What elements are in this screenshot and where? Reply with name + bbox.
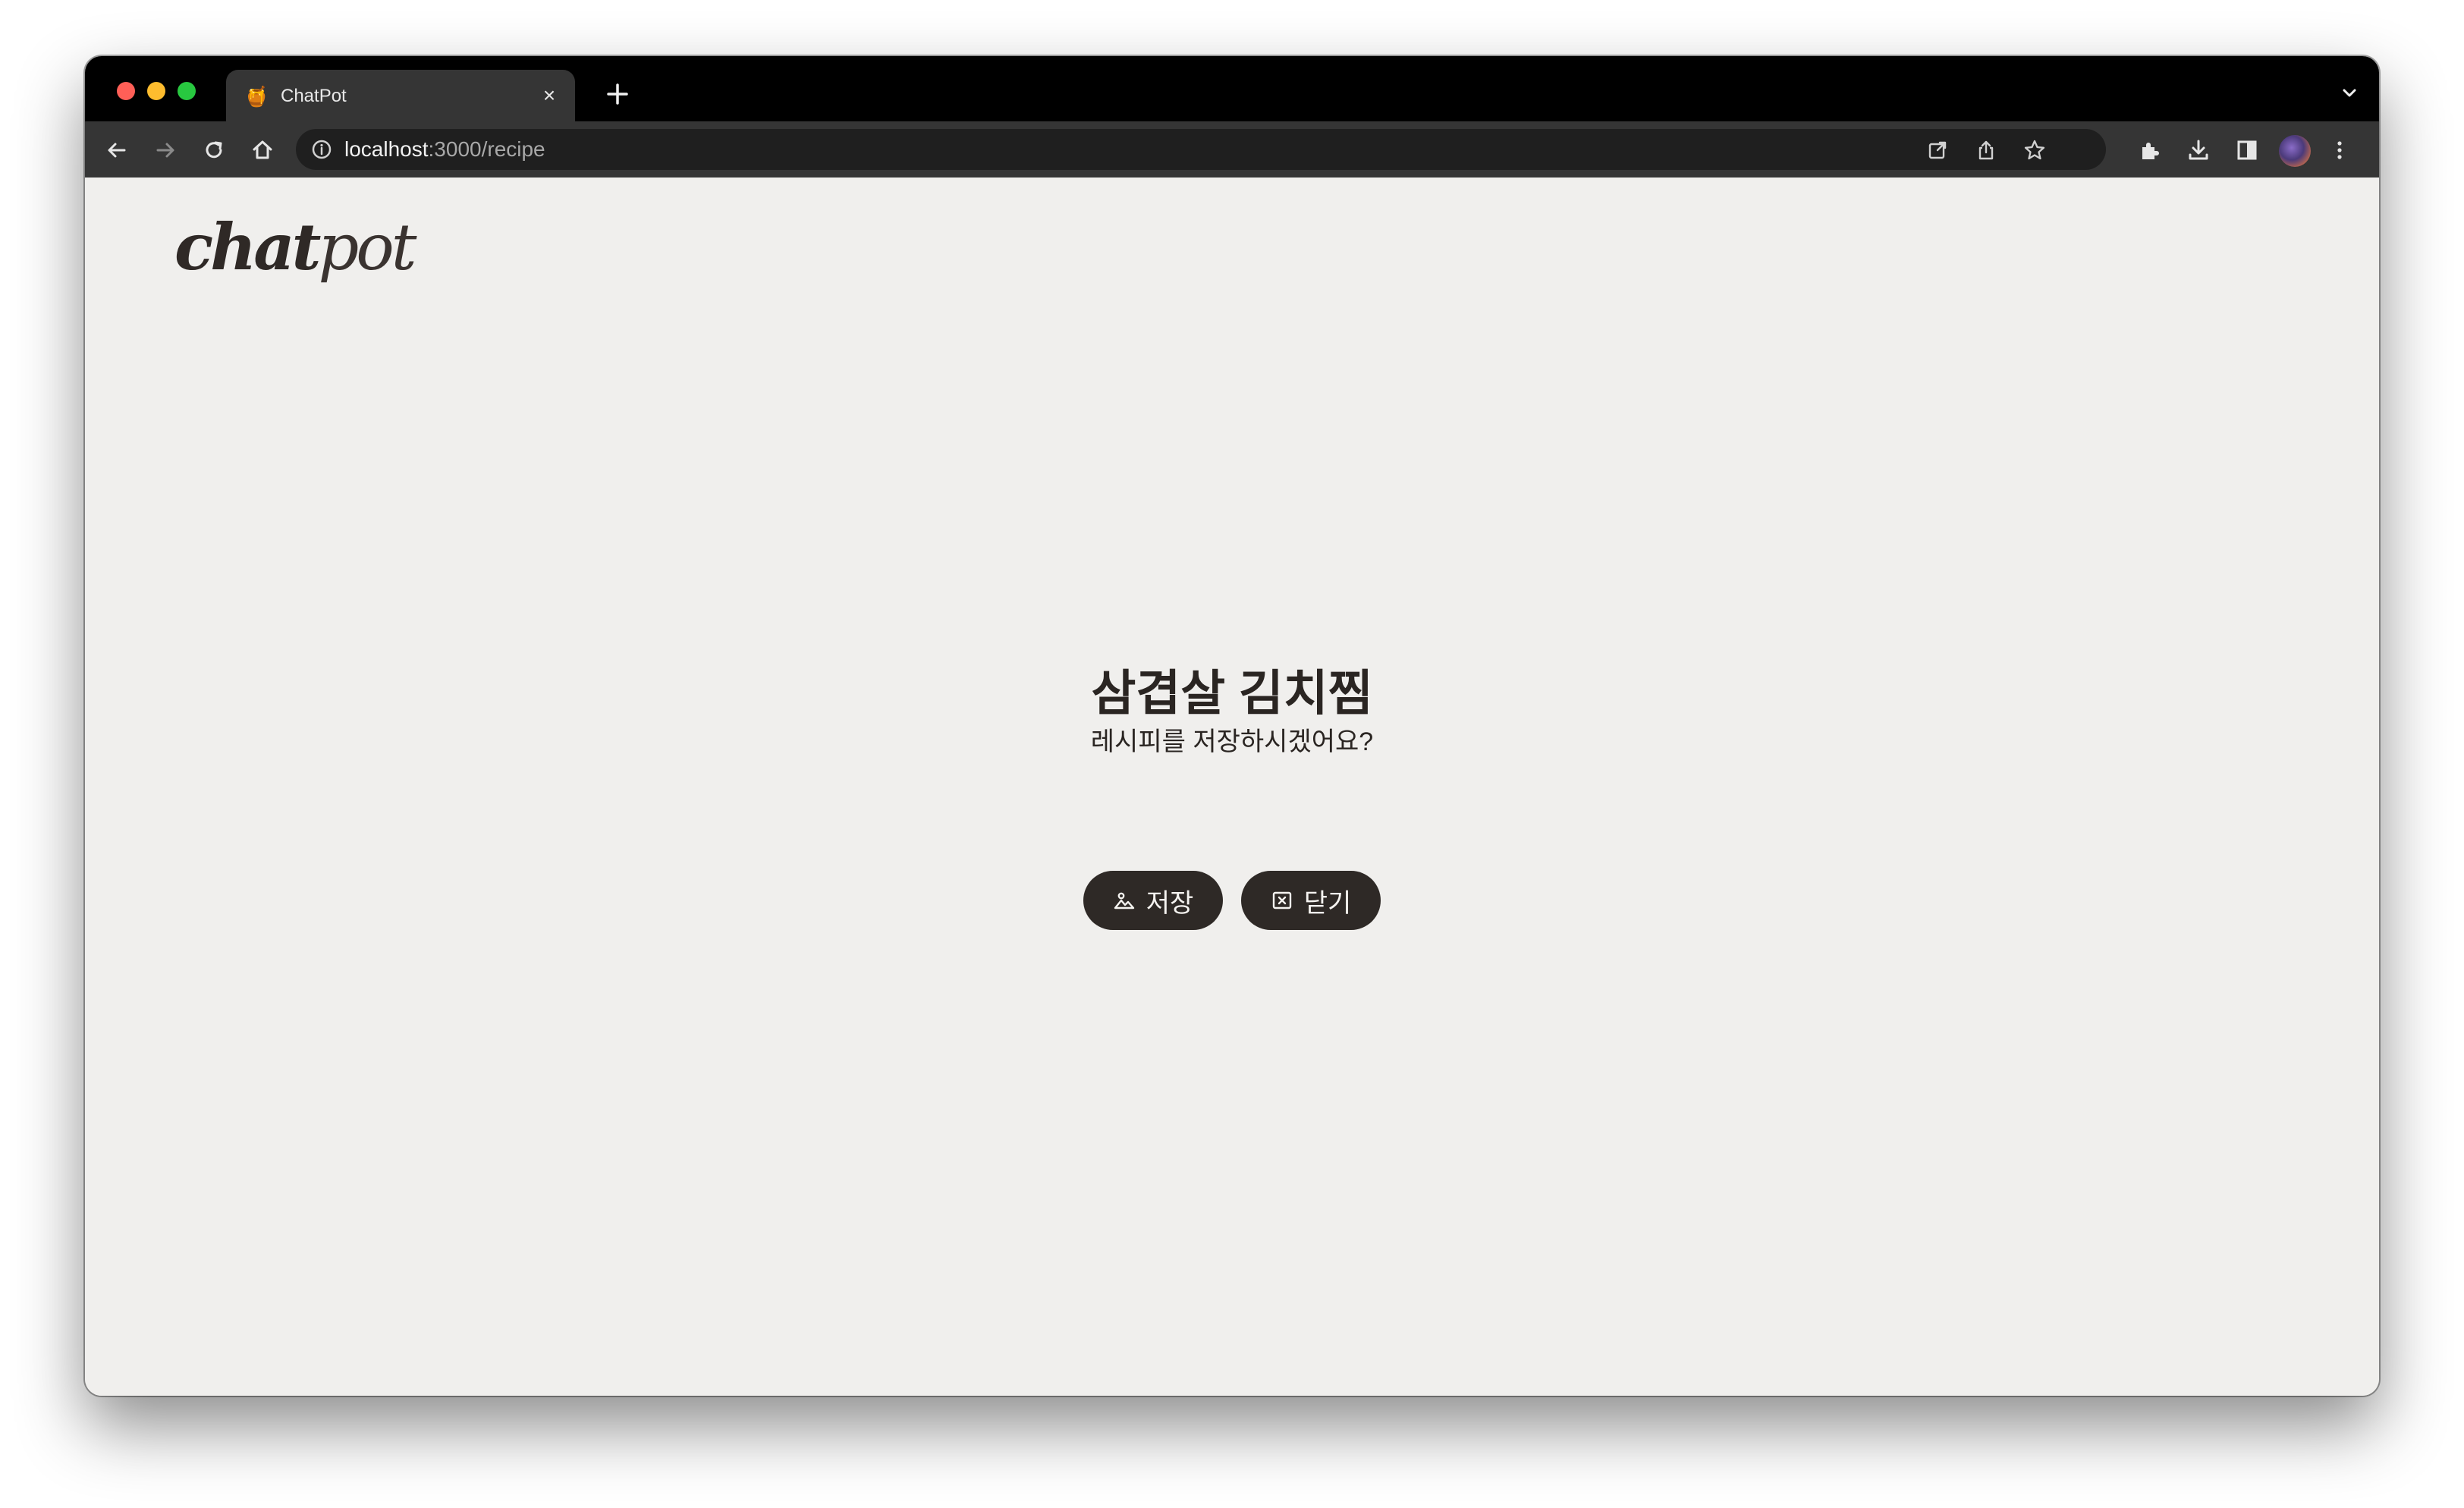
more-icon[interactable] — [2323, 134, 2356, 167]
close-window-button[interactable] — [117, 82, 135, 100]
logo-text-chat: chat — [174, 209, 321, 284]
save-question: 레시피를 저장하시겠어요? — [1090, 727, 1374, 756]
browser-toolbar: localhost:3000/recipe — [85, 121, 2379, 179]
back-icon[interactable] — [100, 134, 134, 167]
image-icon — [1113, 889, 1136, 912]
star-icon[interactable] — [2022, 138, 2047, 162]
logo-text-pot: pot — [318, 210, 416, 284]
open-external-icon[interactable] — [1925, 138, 1950, 162]
new-tab-icon[interactable] — [602, 79, 633, 109]
url-text: localhost:3000/recipe — [344, 138, 545, 161]
minimize-window-button[interactable] — [147, 82, 165, 100]
side-panel-icon[interactable] — [2230, 134, 2264, 167]
honey-pot-icon: 🍯 — [244, 85, 269, 108]
save-button-label: 저장 — [1146, 888, 1194, 918]
close-box-icon — [1271, 889, 1293, 912]
url-host: localhost — [344, 137, 429, 161]
tab-chatpot[interactable]: 🍯 ChatPot × — [226, 70, 575, 121]
recipe-title: 삼겹살 김치찜 — [1091, 666, 1373, 721]
address-bar[interactable]: localhost:3000/recipe — [296, 129, 2106, 170]
browser-window: 🍯 ChatPot × localhost:3000/recipe chatpo… — [85, 56, 2379, 1396]
info-icon[interactable] — [311, 139, 332, 160]
avatar[interactable] — [2279, 135, 2311, 167]
page-content: chatpot 삼겹살 김치찜 레시피를 저장하시겠어요? 저장 닫기 — [85, 178, 2379, 1396]
home-icon[interactable] — [246, 134, 279, 167]
close-button-label: 닫기 — [1303, 888, 1352, 918]
save-button[interactable]: 저장 — [1083, 871, 1223, 930]
save-prompt: 삼겹살 김치찜 레시피를 저장하시겠어요? — [85, 663, 2379, 759]
action-buttons: 저장 닫기 — [85, 871, 2379, 930]
tab-title: ChatPot — [281, 86, 347, 106]
close-tab-icon[interactable]: × — [537, 83, 561, 108]
chatpot-logo[interactable]: chatpot — [174, 209, 417, 285]
reload-icon[interactable] — [197, 134, 231, 167]
forward-icon[interactable] — [149, 134, 182, 167]
tab-strip: 🍯 ChatPot × — [85, 56, 2379, 121]
download-icon[interactable] — [2182, 134, 2215, 167]
maximize-window-button[interactable] — [178, 82, 196, 100]
share-icon[interactable] — [1974, 138, 1998, 162]
chevron-down-icon[interactable] — [2338, 82, 2361, 105]
close-button[interactable]: 닫기 — [1241, 871, 1381, 930]
url-path: :3000/recipe — [428, 137, 545, 161]
extensions-icon[interactable] — [2133, 134, 2167, 167]
